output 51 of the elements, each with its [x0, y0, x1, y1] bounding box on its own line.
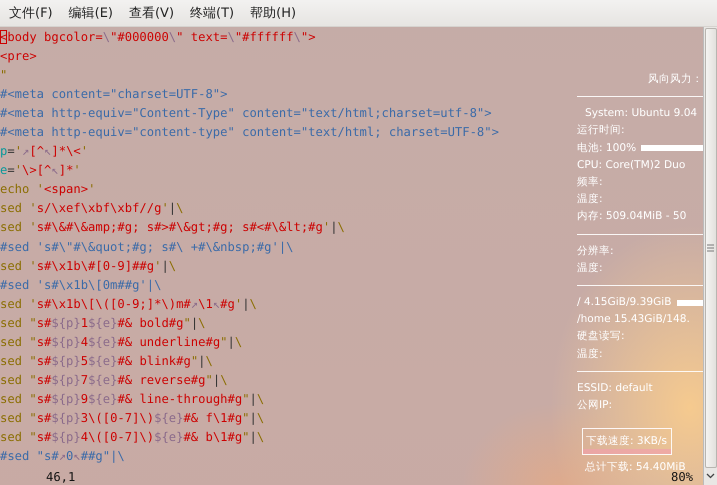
- grip-icon: [707, 244, 714, 252]
- code-line: #sed 's#\"#\&quot;#g; s#\ +#\&nbsp;#g'|\: [0, 238, 294, 256]
- code-line: <pre>: [0, 48, 37, 66]
- code-line: sed "s#${p}4\([0-7]\)${e}#& b\1#g"|\: [0, 428, 264, 446]
- code-line: sed 's#\x1b\#[0-9]##g'|\: [0, 258, 176, 275]
- menu-item[interactable]: 终端(T): [190, 4, 234, 22]
- widget-text: 温度:: [577, 262, 603, 274]
- code-line: sed "s#${p}1${e}#& bold#g"|\: [0, 314, 206, 332]
- code-line: #<meta content="charset=UTF-8">: [0, 86, 228, 104]
- code-line: #<meta http-equiv="Content-Type" content="text/html;charset=utf-8">: [0, 105, 492, 122]
- code-line: sed 's/\xef\xbf\xbf//g'|\: [0, 200, 184, 218]
- usage-bar: [641, 145, 703, 152]
- widget-text: ESSID: default: [577, 382, 653, 394]
- widget-text: CPU: Core(TM)2 Duo: [577, 158, 686, 171]
- widget-text: 公网IP:: [577, 399, 612, 412]
- scroll-down-icon[interactable]: [706, 473, 715, 479]
- menu-item[interactable]: 文件(F): [9, 4, 53, 22]
- widget-text: 硬盘读写:: [577, 330, 625, 342]
- code-line: sed 's#\x1b\[\([0-9;]*\)m#↗\1↖#g'|\: [0, 296, 257, 313]
- code-line: #sed 's#\x1b\[0m##g'|\: [0, 276, 162, 294]
- widget-text: / 4.15GiB/9.39GiB: [577, 295, 672, 310]
- code-line: sed "s#${p}4${e}#& underline#g"|\: [0, 334, 242, 351]
- scrollbar[interactable]: [703, 27, 717, 485]
- widget-text: 下载速度: 3KB/s: [586, 434, 667, 450]
- widget-text: 温度:: [577, 348, 603, 360]
- code-line: sed 's#\&#\&amp;#g; s#>#\&gt;#g; s#<#\&lt;#g'|\: [0, 219, 345, 236]
- widget-text: 内存: 509.04MiB - 50: [577, 210, 686, 222]
- code-line: #<meta http-equiv="content-type" content="text/html; charset=UTF-8">: [0, 124, 499, 142]
- scrollbar-thumb[interactable]: [704, 28, 716, 468]
- widget-text: 运行时间:: [577, 124, 625, 136]
- widget-text: 频率:: [577, 176, 603, 188]
- widget-text: 温度:: [577, 193, 603, 206]
- widget-text: 风向风力：: [648, 72, 703, 87]
- code-line: e='\>[^↖]*': [0, 162, 81, 180]
- code-line: sed "s#${p}9${e}#& line-through#g"|\: [0, 390, 264, 408]
- code-line: sed "s#${p}3\([0-7]\)${e}#& f\1#g"|\: [0, 410, 264, 427]
- cursor-position: 46,1: [46, 470, 76, 484]
- code-line: p='↗[^↖]*\<': [0, 143, 88, 160]
- code-line: #sed "s#↗0↖##g"|\: [0, 448, 125, 466]
- menu-item[interactable]: 帮助(H): [250, 4, 296, 22]
- code-line: sed "s#${p}7${e}#& reverse#g"|\: [0, 372, 228, 389]
- widget-text: 电池: 100%: [577, 140, 636, 156]
- menu-item[interactable]: 编辑(E): [68, 4, 113, 22]
- code-line: echo '<span>': [0, 181, 96, 198]
- widget-text: System: Ubuntu 9.04: [585, 107, 698, 120]
- code-line: sed "s#${p}5${e}#& blink#g"|\: [0, 352, 213, 370]
- code-line: ": [0, 67, 8, 84]
- widget-text: /home 15.43GiB/148.: [577, 313, 690, 326]
- menu-item[interactable]: 查看(V): [128, 4, 174, 22]
- usage-bar: [676, 300, 703, 306]
- widget-text: 分辨率:: [577, 244, 614, 257]
